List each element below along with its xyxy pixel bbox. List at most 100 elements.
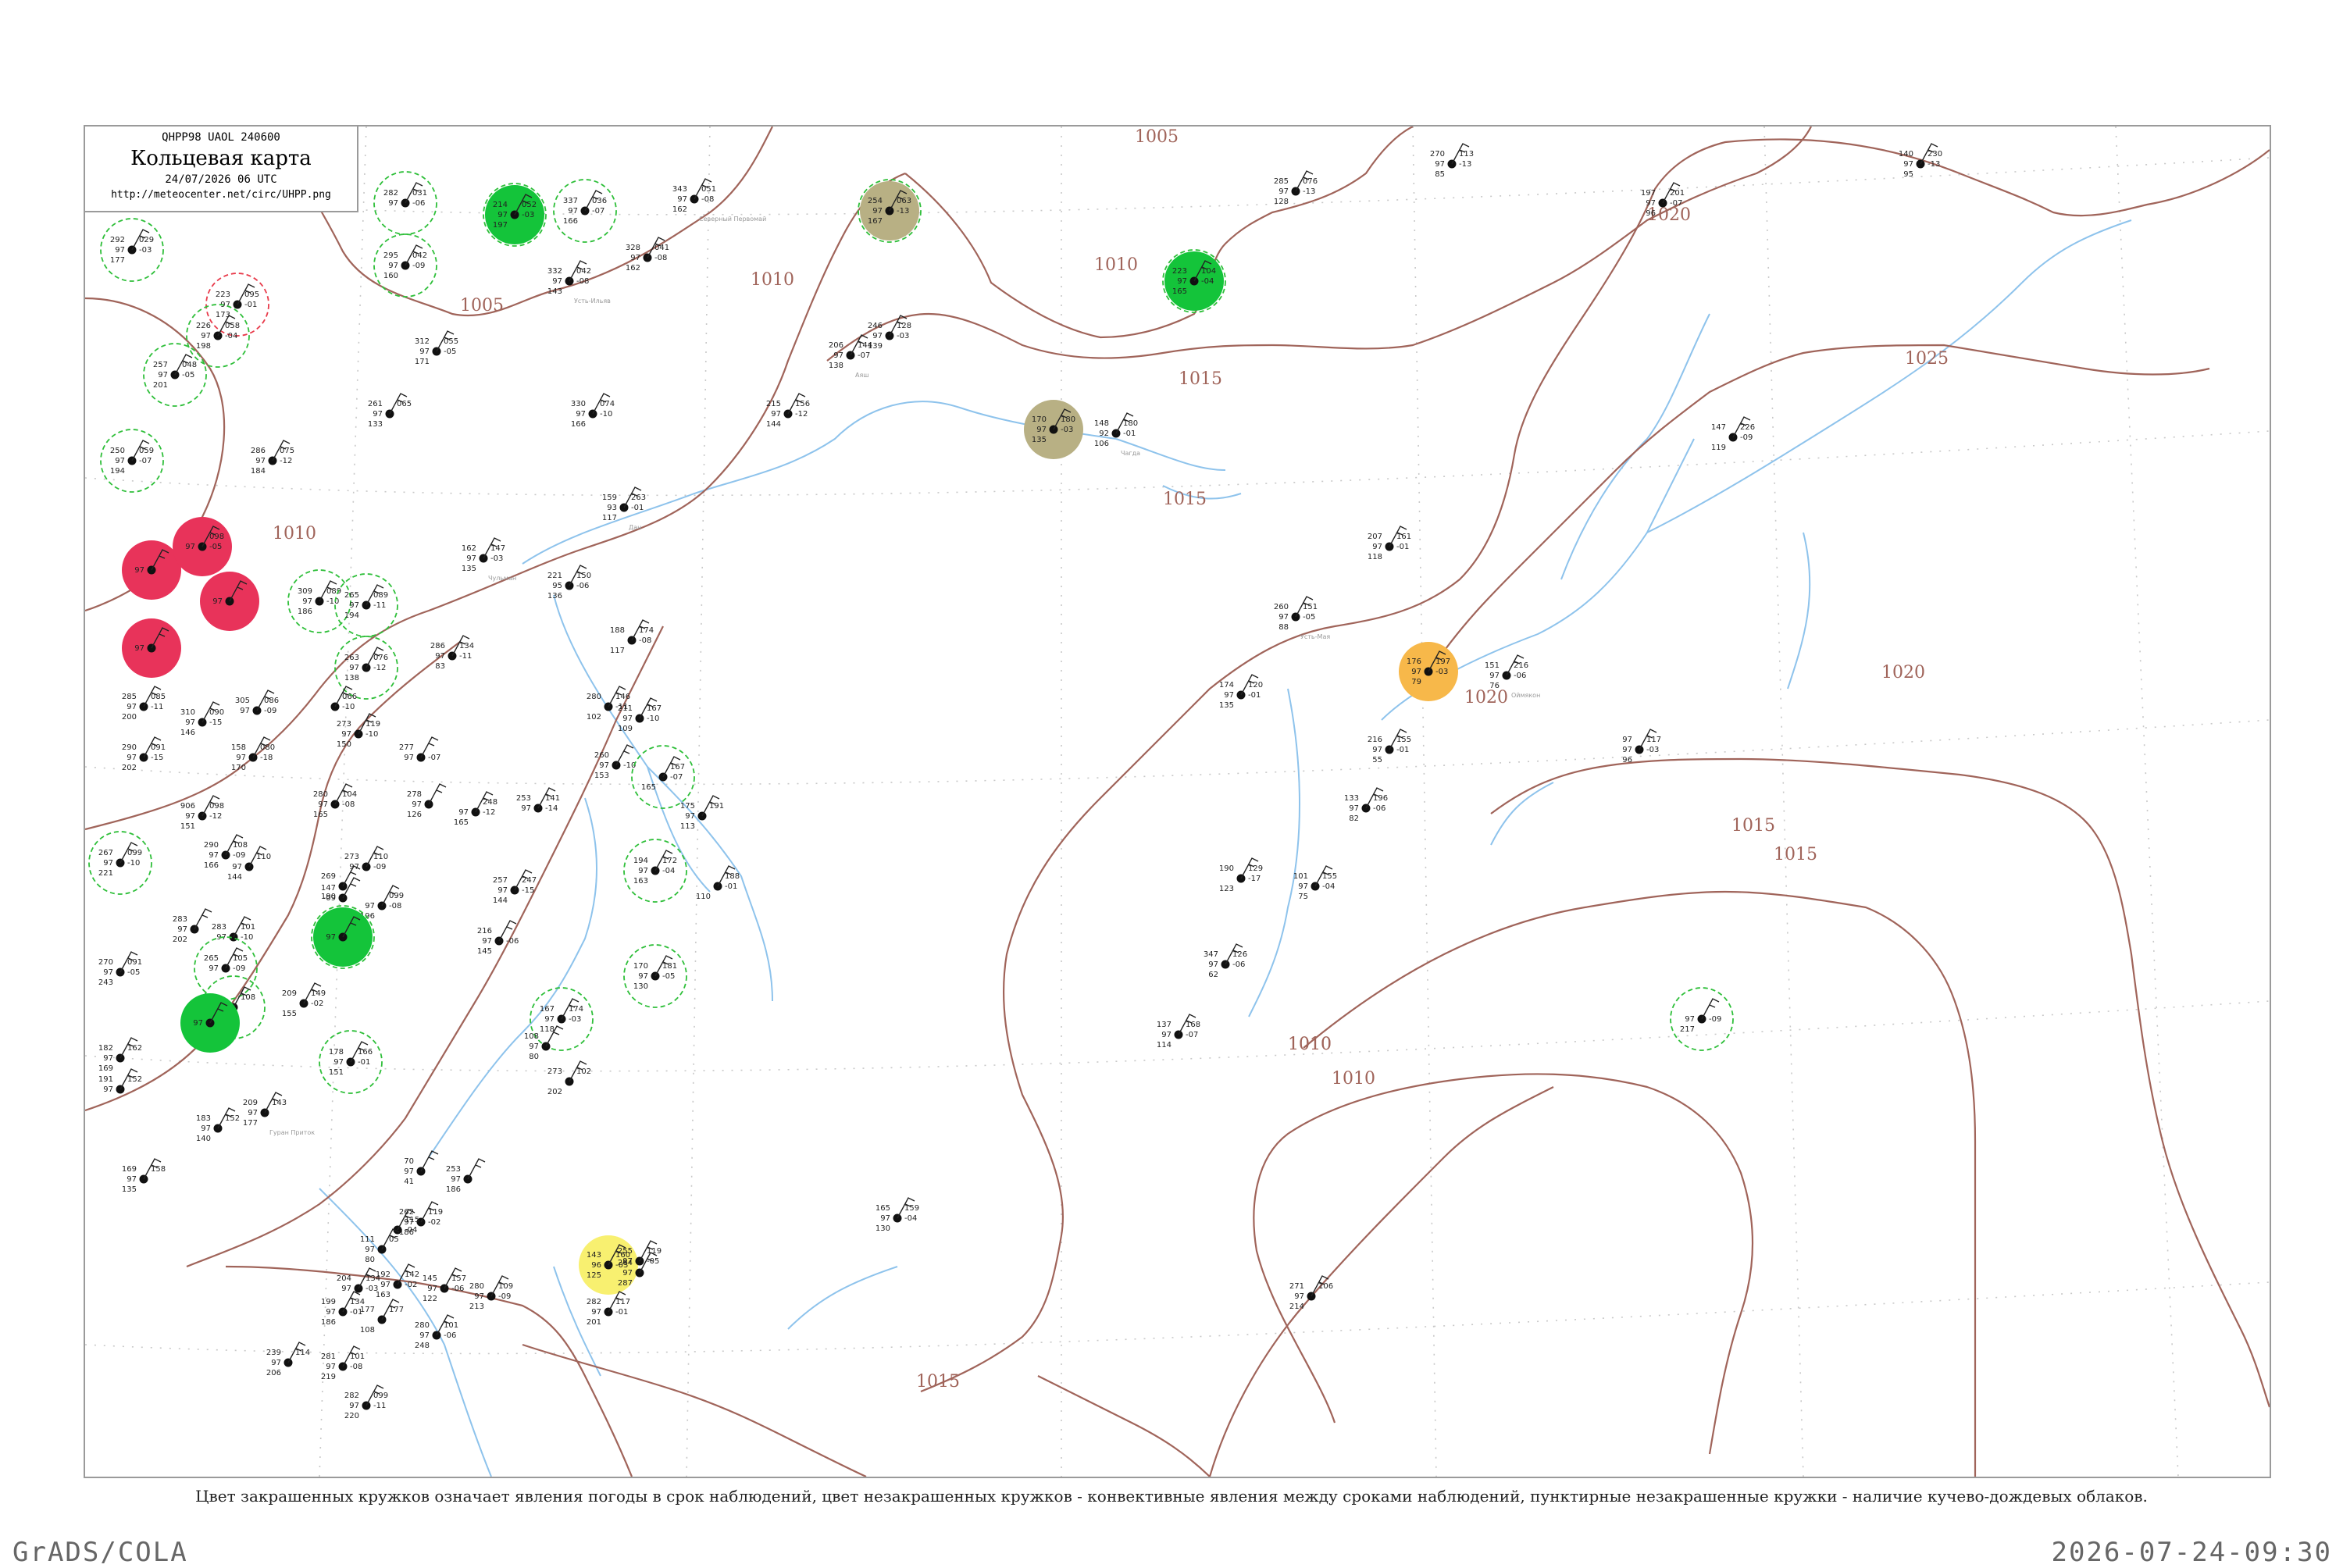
station-plot[interactable]: 97 — [122, 540, 181, 600]
station-plot[interactable]: 207 97 118 161 -01 — [1368, 526, 1411, 561]
station-plot[interactable]: 147 119 226-09 — [1711, 416, 1755, 452]
station-plot[interactable]: 25397186 — [446, 1158, 486, 1194]
station-plot[interactable]: 18397 140 152 — [196, 1107, 240, 1143]
station-plot[interactable]: 28097 165 104-08 — [313, 783, 357, 819]
station-plot[interactable]: 28397101-10 — [212, 916, 255, 942]
station-plot[interactable]: 26597 105-09 — [194, 936, 258, 1000]
station-plot[interactable]: 97 — [122, 618, 181, 678]
station-plot[interactable]: 16297 135 147-03 Чульман — [462, 537, 516, 582]
station-plot[interactable]: 28097 213 109-09 — [469, 1275, 513, 1311]
station-plot[interactable]: 305 97 086 -09 — [235, 690, 279, 715]
map-source-url[interactable]: http://meteocenter.net/circ/UHPP.png — [85, 189, 357, 201]
station-plot[interactable]: 1409795 230-13 — [1899, 143, 1942, 179]
isobar-label: 1025 — [1905, 349, 1949, 369]
station-plot[interactable]: 1339782 196-06 — [1344, 787, 1388, 823]
station-plot[interactable]: 27197 214 106 — [1289, 1275, 1333, 1311]
station-plot[interactable]: 282 97 220 099 -11 — [344, 1384, 388, 1420]
station-plot[interactable]: 330 97166 074 -10 — [571, 393, 615, 429]
station-plot[interactable]: 188 117 174-08 — [610, 619, 654, 655]
station-plot[interactable]: 137 97 114 168 -07 — [1157, 1014, 1200, 1049]
isobar-label: 1010 — [273, 524, 316, 543]
station-plot[interactable]: 286 9783 134 -11 — [430, 635, 474, 671]
station-plot[interactable]: 2709785 113-13 — [1430, 143, 1474, 179]
station-plot[interactable]: 20497134-03 — [337, 1267, 380, 1293]
station-plot[interactable]: 177 108 177 — [360, 1299, 404, 1335]
station-plot[interactable]: 261 97133 065 — [368, 393, 412, 429]
station-value: 97 — [134, 566, 144, 575]
station-plots[interactable]: 292 97 177 029 -03 223 97 173 095 -01 226 97 198 058 -… — [88, 143, 1942, 1420]
station-plot[interactable]: 282 97201 117 -01 — [587, 1291, 630, 1327]
station-plot[interactable]: 285 97 200 085 -11 — [122, 686, 166, 722]
station-plot[interactable]: 34797 62 126-06 — [1204, 943, 1247, 979]
station-plot[interactable]: 27897 126 — [407, 783, 447, 819]
station-plot[interactable]: 170 97 135 180 -03 — [1024, 400, 1083, 459]
station-plot[interactable]: 16997135 158 — [122, 1158, 166, 1194]
station-plot[interactable]: 292 97177 029 -03 — [100, 218, 164, 282]
station-plot[interactable]: 18297169 162 — [98, 1037, 142, 1073]
station-plot[interactable]: 273 97 110 -09 — [344, 846, 388, 871]
station-plot[interactable]: 97 — [180, 993, 240, 1053]
station-plot[interactable]: 159 93 117 263 -01 Дан — [602, 486, 646, 531]
station-plot[interactable]: 7097 41 — [404, 1150, 439, 1186]
station-plot[interactable]: 145 97 122 157 -06 — [423, 1267, 466, 1303]
station-plot[interactable]: 066-10 — [330, 686, 357, 711]
station-plot[interactable]: 165 167-07 — [631, 745, 695, 809]
station-plot[interactable]: 26597194 089-11 — [334, 573, 398, 637]
station-plot[interactable]: 90697151 098-12 — [180, 795, 224, 831]
station-plot[interactable]: 281 97 219 101 -08 — [321, 1345, 365, 1381]
station-plot[interactable]: 20697 138 144-07 Аяш — [829, 334, 872, 379]
station-plot[interactable]: 10197 75 155-04 — [1293, 865, 1337, 901]
station-plot[interactable]: 97217 -09 — [1670, 987, 1734, 1051]
station-plot[interactable]: 190 123 129 -17 — [1219, 857, 1263, 893]
station-plot[interactable]: 26097153-10 — [594, 744, 636, 780]
station-plot[interactable]: 24697139128-03 — [868, 315, 911, 351]
station-plot[interactable]: 147-09 — [321, 877, 361, 903]
station-plot[interactable]: 176 97 79 197 -03 — [1399, 642, 1458, 701]
station-plot[interactable]: 337 97166 036 -07 — [553, 179, 617, 243]
station-plot[interactable]: 216 97145 -06 — [477, 920, 519, 956]
station-plot[interactable]: 16797118174-03 — [530, 987, 594, 1051]
station-plot[interactable]: 254 97167 063 -13 — [858, 179, 922, 243]
station-plot[interactable]: 28297 031-06 — [373, 171, 437, 235]
station-plot[interactable]: 295 97 160 042 -09 — [373, 233, 437, 298]
station-plot[interactable]: 273 202 102 — [547, 1060, 591, 1096]
station-plot[interactable]: 33297143 042-08 Усть-Ильяв — [547, 260, 611, 305]
station-plot[interactable]: 97196099-08 — [360, 885, 404, 921]
station-plot[interactable]: 260 9788 151 -05 Усть-Мая — [1274, 596, 1330, 640]
station-plot[interactable]: 97 97 96 117 -03 — [1622, 729, 1661, 764]
station-plot[interactable]: 216 97 55 155 -01 — [1368, 729, 1411, 764]
station-plot[interactable]: 277 97 -07 — [399, 736, 440, 762]
station-plot[interactable]: 194 97 163 172 -04 — [623, 839, 687, 903]
station-plot[interactable]: 17097130 181-05 — [623, 944, 687, 1008]
station-plot[interactable]: 31297 171 055-05 — [415, 330, 458, 366]
station-plot[interactable]: 221 95 136 150 -06 — [547, 565, 591, 600]
station-plot[interactable]: 209 155 149 -02 — [282, 982, 326, 1018]
station-plot[interactable]: 25397 141-14 — [516, 787, 560, 813]
station-plot[interactable]: 97 — [200, 572, 259, 631]
station-plot[interactable]: 28397202 — [173, 908, 212, 944]
station-plot[interactable]: 31097 146 090-15 — [180, 701, 224, 737]
station-plot[interactable]: 34397162 051-08 Северный Первомай — [672, 178, 766, 223]
station-plot[interactable]: 257 97201 048 -05 — [143, 343, 207, 407]
station-plot[interactable]: 27097243 091-05 — [98, 951, 142, 987]
weather-map[interactable]: 1005101010101010101510151020102010251015… — [85, 127, 2270, 1477]
station-plot[interactable]: 17497135 120-01 — [1219, 674, 1263, 710]
station-value: 280 — [469, 1282, 484, 1291]
station-plot[interactable]: 14892 106 180-01 Чагда — [1094, 412, 1140, 457]
station-plot[interactable]: 27397150 119-10 — [337, 713, 380, 749]
station-plot[interactable]: 97 098 -05 — [173, 517, 232, 576]
station-plot[interactable]: 17897151 166-01 — [319, 1030, 383, 1094]
station-plot[interactable]: 209 97 177 143 Гуран Приток — [243, 1092, 315, 1136]
station-plot[interactable]: 19997186134-01 — [321, 1291, 365, 1327]
station-plot[interactable]: 250 97 194 059 -07 — [100, 429, 164, 493]
station-plot[interactable]: 267 97221 099 -10 — [88, 831, 152, 895]
station-plot[interactable]: 16597130 159-04 — [876, 1197, 919, 1233]
station-plot[interactable]: 97165 248-12 — [454, 791, 497, 827]
station-plot[interactable]: 214 97 197 052 -03 — [483, 183, 547, 247]
station-plot[interactable]: 158 97 170 080 -18 — [231, 736, 275, 772]
station-plot[interactable]: 286 97 184 075 -12 — [251, 440, 294, 476]
station-plot[interactable]: 11197 80 05 — [360, 1228, 400, 1264]
station-plot[interactable]: 28097 248 101-06 — [415, 1314, 458, 1350]
station-plot[interactable]: 290 97 202 091 -15 — [122, 736, 166, 772]
station-plot[interactable]: 239 97 206 114 — [266, 1342, 310, 1377]
